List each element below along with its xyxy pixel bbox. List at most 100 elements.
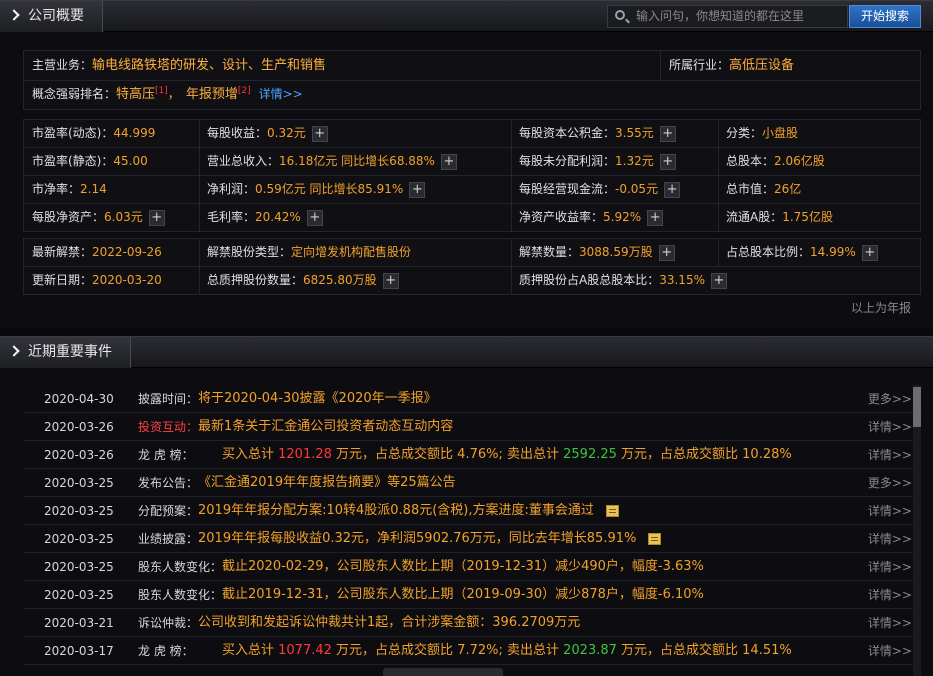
- unlock-label: 解禁数量：: [519, 245, 580, 259]
- metric-label: 市盈率(动态)：: [32, 126, 114, 140]
- metric-r1-0: 市盈率(动态)：44.999: [32, 119, 155, 147]
- metric-value: 3.55元: [615, 126, 654, 140]
- add-icon[interactable]: +: [861, 244, 878, 261]
- metric-r1-2: 每股资本公积金：3.55元 +: [519, 119, 676, 147]
- metric-value: 1.75亿股: [782, 210, 833, 224]
- recent-events-tab[interactable]: 近期重要事件: [0, 337, 131, 368]
- event-more-link[interactable]: 详情>>: [868, 441, 912, 469]
- unlock-value: 定向增发机构配售股份: [291, 245, 412, 259]
- company-overview-tab[interactable]: 公司概要: [0, 1, 103, 32]
- event-more-link[interactable]: 详情>>: [868, 609, 912, 637]
- event-date: 2020-03-25: [44, 560, 114, 574]
- industry-label: 所属行业：: [669, 58, 730, 72]
- metric-r3-1: 净利润：0.59亿元 同比增长85.91% +: [207, 175, 426, 203]
- search-icon: [615, 10, 625, 20]
- metric-label: 市盈率(静态)：: [32, 154, 114, 168]
- collapse-handle[interactable]: [383, 668, 503, 676]
- section-title: 近期重要事件: [28, 344, 112, 360]
- add-icon[interactable]: +: [710, 272, 727, 289]
- event-row[interactable]: 2020-03-26 龙 虎 榜： 买入总计 1201.28 万元，占总成交额比 4…: [24, 441, 922, 469]
- add-icon[interactable]: +: [664, 181, 681, 198]
- metric-value: 0.32元: [267, 126, 306, 140]
- business-label: 主营业务：: [32, 58, 93, 72]
- metric-r3-3: 总市值：26亿: [726, 175, 801, 203]
- event-more-link[interactable]: 详情>>: [868, 525, 912, 553]
- event-date: 2020-03-25: [44, 532, 114, 546]
- metric-r2-2: 每股未分配利润：1.32元 +: [519, 147, 676, 175]
- search-button[interactable]: 开始搜索: [849, 5, 921, 28]
- event-date: 2020-03-25: [44, 476, 114, 490]
- metric-value: 44.999: [113, 126, 156, 140]
- unlock-value: 6825.80万股: [303, 273, 377, 287]
- metric-r4-0: 每股净资产：6.03元 +: [32, 203, 165, 231]
- event-text: 公司收到和发起诉讼仲裁共计1起，合计涉案金额：396.2709万元: [198, 615, 581, 630]
- event-row[interactable]: 2020-03-25 分配预案： 2019年年报分配方案:10转4股派0.88元(含…: [24, 497, 922, 525]
- add-icon[interactable]: +: [311, 125, 328, 142]
- event-row[interactable]: 2020-03-17 龙 虎 榜： 买入总计 1077.42 万元，占总成交额比 7…: [24, 637, 922, 665]
- metric-value: -0.05元: [615, 182, 659, 196]
- event-category: 股东人数变化：: [138, 560, 223, 574]
- metric-value: 1.32元: [615, 154, 654, 168]
- scrollbar-track[interactable]: [913, 385, 921, 676]
- event-row[interactable]: 2020-03-25 业绩披露： 2019年年报每股收益0.32元，净利润5902.…: [24, 525, 922, 553]
- metric-r4-3: 流通A股：1.75亿股: [726, 203, 833, 231]
- unlock-label: 总质押股份数量：: [207, 273, 304, 287]
- metric-label: 每股净资产：: [32, 210, 105, 224]
- metric-label: 每股资本公积金：: [519, 126, 616, 140]
- add-icon[interactable]: +: [659, 153, 676, 170]
- chevron-right-icon: [8, 9, 20, 21]
- concept-detail-link[interactable]: 详情>>: [259, 87, 303, 101]
- concept-2-rank: [2]: [237, 86, 251, 96]
- add-icon[interactable]: +: [647, 209, 664, 226]
- unlock-label: 占总股本比例：: [726, 245, 811, 259]
- event-category: 龙 虎 榜：: [138, 448, 194, 462]
- metric-value: 20.42%: [255, 210, 301, 224]
- metric-value: 16.18亿元 同比增长68.88%: [279, 154, 435, 168]
- add-icon[interactable]: +: [658, 244, 675, 261]
- unlock-value: 33.15%: [659, 273, 705, 287]
- unlock-r1-2: 解禁数量：3088.59万股 +: [519, 238, 675, 266]
- event-row[interactable]: 2020-03-26 投资互动： 最新1条关于汇金通公司投资者动态互动内容 详情>>: [24, 413, 922, 441]
- event-more-link[interactable]: 详情>>: [868, 581, 912, 609]
- event-text: 买入总计 1077.42 万元，占总成交额比 7.72%; 卖出总计 2023.…: [222, 643, 792, 658]
- unlock-value: 2022-09-26: [92, 245, 162, 259]
- metric-label: 市净率：: [32, 182, 81, 196]
- add-icon[interactable]: +: [409, 181, 426, 198]
- event-more-link[interactable]: 更多>>: [868, 385, 912, 413]
- event-row[interactable]: 2020-03-25 发布公告： 《汇金通2019年年度报告摘要》等25篇公告 更多>…: [24, 469, 922, 497]
- metric-value: 2.14: [80, 182, 107, 196]
- scrollbar-thumb[interactable]: [913, 387, 921, 427]
- note-icon[interactable]: [605, 504, 619, 517]
- unlock-value: 14.99%: [810, 245, 856, 259]
- add-icon[interactable]: +: [382, 272, 399, 289]
- event-more-link[interactable]: 详情>>: [868, 637, 912, 665]
- unlock-label: 更新日期：: [32, 273, 93, 287]
- event-row[interactable]: 2020-03-25 股东人数变化： 截止2020-02-29，公司股东人数比上期（…: [24, 553, 922, 581]
- unlock-label: 最新解禁：: [32, 245, 93, 259]
- search-input[interactable]: 输入问句，你想知道的都在这里: [607, 5, 848, 28]
- event-row[interactable]: 2020-03-25 股东人数变化： 截止2019-12-31，公司股东人数比上期（…: [24, 581, 922, 609]
- event-more-link[interactable]: 更多>>: [868, 469, 912, 497]
- event-more-link[interactable]: 详情>>: [868, 497, 912, 525]
- add-icon[interactable]: +: [306, 209, 323, 226]
- industry-value: 高低压设备: [729, 58, 795, 73]
- metric-label: 净利润：: [207, 182, 256, 196]
- note-icon[interactable]: [648, 532, 662, 545]
- event-more-link[interactable]: 详情>>: [868, 553, 912, 581]
- chevron-right-icon: [8, 345, 20, 357]
- unlock-r2-1: 总质押股份数量：6825.80万股 +: [207, 266, 399, 294]
- event-more-link[interactable]: 详情>>: [868, 413, 912, 441]
- event-row[interactable]: 2020-03-21 诉讼仲裁： 公司收到和发起诉讼仲裁共计1起，合计涉案金额：39…: [24, 609, 922, 637]
- metric-r4-2: 净资产收益率：5.92% +: [519, 203, 664, 231]
- add-icon[interactable]: +: [440, 153, 457, 170]
- add-icon[interactable]: +: [148, 209, 165, 226]
- metric-r4-1: 毛利率：20.42% +: [207, 203, 323, 231]
- concept-2[interactable]: 年报预增: [186, 87, 238, 102]
- metric-label: 分类：: [726, 126, 763, 140]
- concept-1[interactable]: 特高压: [116, 87, 155, 102]
- company-overview-header: 公司概要 输入问句，你想知道的都在这里 开始搜索: [0, 0, 933, 32]
- metric-r3-2: 每股经营现金流：-0.05元 +: [519, 175, 681, 203]
- event-row[interactable]: 2020-04-30 披露时间： 将于2020-04-30披露《2020年一季报》 更…: [24, 385, 922, 413]
- metric-value: 0.59亿元 同比增长85.91%: [255, 182, 404, 196]
- add-icon[interactable]: +: [659, 125, 676, 142]
